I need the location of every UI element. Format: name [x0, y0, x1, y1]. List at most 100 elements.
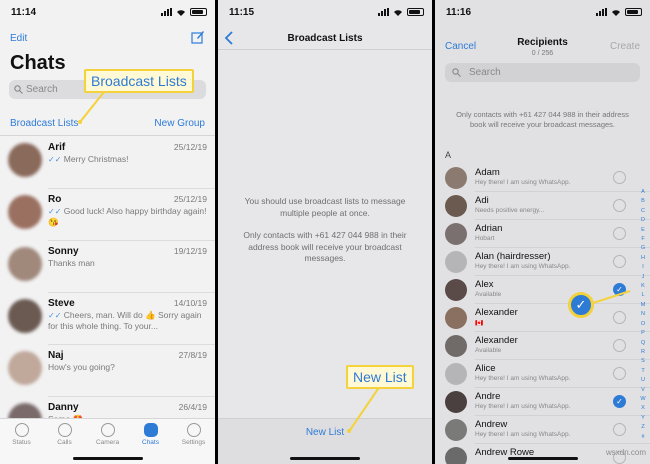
status-icons [161, 8, 207, 16]
recipients-screen: 11:16 Cancel Recipients 0 / 256 Create S… [435, 0, 650, 464]
nav-title: Broadcast Lists [287, 33, 363, 44]
compose-icon[interactable] [191, 30, 205, 44]
new-list-button[interactable]: New List [218, 427, 432, 438]
index-letter[interactable]: A [639, 188, 647, 197]
contact-status: Available [475, 291, 502, 298]
page-title: Chats [10, 52, 66, 74]
chat-preview: ✓✓ Good luck! Also happy birthday again!… [48, 206, 207, 228]
home-indicator [507, 457, 578, 460]
status-time: 11:16 [446, 7, 472, 18]
chat-row[interactable]: Ro 25/12/19 ✓✓ Good luck! Also happy bir… [8, 189, 215, 241]
index-letter[interactable]: W [639, 395, 647, 404]
index-letter[interactable]: N [639, 310, 647, 319]
index-letter[interactable]: V [639, 386, 647, 395]
signal-icon [161, 8, 172, 16]
signal-icon [378, 8, 389, 16]
select-checkbox[interactable] [613, 171, 626, 184]
status-bar: 11:14 [0, 0, 215, 26]
contact-name: Andrew [475, 419, 508, 430]
chat-message: Cheers, man. Will do 👍 Sorry again for t… [48, 310, 202, 331]
contact-name: Alan (hairdresser) [475, 251, 551, 262]
search-icon [14, 85, 23, 94]
recipients-note: Only contacts with +61 427 044 988 in th… [456, 110, 629, 129]
index-letter[interactable]: X [639, 404, 647, 413]
index-letter[interactable]: C [639, 207, 647, 216]
select-checkbox[interactable]: ✓ [613, 395, 626, 408]
contact-status: Hey there! I am using WhatsApp. [475, 375, 571, 382]
contact-row[interactable]: Adam Hey there! I am using WhatsApp. [445, 164, 650, 192]
index-letter[interactable]: J [639, 273, 647, 282]
chat-row[interactable]: Sonny 19/12/19 Thanks man [8, 241, 215, 293]
index-letter[interactable]: D [639, 216, 647, 225]
chat-message: How's you going? [48, 362, 115, 372]
avatar [445, 335, 467, 357]
contact-row[interactable]: Andre Hey there! I am using WhatsApp. ✓ [445, 388, 650, 416]
index-letter[interactable]: K [639, 282, 647, 291]
index-letter[interactable]: Y [639, 414, 647, 423]
chat-message: Thanks man [48, 258, 95, 268]
nav-bar: Cancel Recipients 0 / 256 Create [435, 26, 650, 57]
chat-preview: ✓✓ Merry Christmas! [48, 154, 207, 165]
new-group-link[interactable]: New Group [154, 118, 205, 129]
index-letter[interactable]: F [639, 235, 647, 244]
index-letter[interactable]: L [639, 291, 647, 300]
index-letter[interactable]: T [639, 367, 647, 376]
broadcast-lists-link[interactable]: Broadcast Lists [10, 118, 78, 129]
contact-row[interactable]: Alexander Available [445, 332, 650, 360]
select-checkbox[interactable] [613, 255, 626, 268]
status-icon [14, 423, 29, 437]
select-checkbox[interactable] [613, 199, 626, 212]
select-checkbox[interactable]: ✓ [613, 283, 626, 296]
chat-row[interactable]: Steve 14/10/19 ✓✓ Cheers, man. Will do 👍… [8, 293, 215, 345]
tab-label: Chats [142, 439, 159, 446]
callout-new-list: New List [346, 365, 414, 389]
battery-icon [625, 8, 642, 16]
avatar [445, 195, 467, 217]
status-icons [378, 8, 424, 16]
contact-row[interactable]: Alan (hairdresser) Hey there! I am using… [445, 248, 650, 276]
index-letter[interactable]: U [639, 376, 647, 385]
index-letter[interactable]: H [639, 254, 647, 263]
index-letter[interactable]: G [639, 244, 647, 253]
alphabet-index[interactable]: A B C D E F G H I J K L M N O P Q R S T U V W X Y Z # [639, 188, 647, 442]
edit-button[interactable]: Edit [10, 33, 27, 44]
select-checkbox[interactable] [613, 339, 626, 352]
index-letter[interactable]: I [639, 263, 647, 272]
select-checkbox[interactable] [613, 423, 626, 436]
create-button[interactable]: Create [610, 41, 640, 52]
contact-row[interactable]: Adi Needs positive energy... [445, 192, 650, 220]
chat-list: Arif 25/12/19 ✓✓ Merry Christmas! Ro 25/… [0, 137, 215, 449]
contact-row[interactable]: Alice Hey there! I am using WhatsApp. [445, 360, 650, 388]
select-checkbox[interactable] [613, 227, 626, 240]
chat-name: Steve [48, 298, 75, 309]
contact-row[interactable]: Alex Available ✓ [445, 276, 650, 304]
index-letter[interactable]: Q [639, 339, 647, 348]
index-letter[interactable]: S [639, 357, 647, 366]
index-letter[interactable]: P [639, 329, 647, 338]
index-letter[interactable]: E [639, 226, 647, 235]
index-letter[interactable]: # [639, 433, 647, 442]
tab-status[interactable]: Status [4, 423, 40, 464]
index-letter[interactable]: B [639, 197, 647, 206]
contact-row[interactable]: Adrian Hobart [445, 220, 650, 248]
tab-settings[interactable]: Settings [176, 423, 212, 464]
chat-row[interactable]: Naj 27/8/19 How's you going? [8, 345, 215, 397]
contact-status: Available [475, 347, 502, 354]
contact-status: Hey there! I am using WhatsApp. [475, 263, 571, 270]
chat-name: Naj [48, 350, 64, 361]
index-letter[interactable]: M [639, 301, 647, 310]
contact-row[interactable]: Alexander 🇨🇦 [445, 304, 650, 332]
select-checkbox[interactable] [613, 367, 626, 380]
index-letter[interactable]: Z [639, 423, 647, 432]
index-letter[interactable]: R [639, 348, 647, 357]
callout-broadcast-lists: Broadcast Lists [84, 69, 194, 93]
chat-row[interactable]: Arif 25/12/19 ✓✓ Merry Christmas! [8, 137, 215, 189]
chat-date: 26/4/19 [178, 402, 207, 412]
contact-row[interactable]: Andrew Hey there! I am using WhatsApp. [445, 416, 650, 444]
select-checkbox[interactable] [613, 311, 626, 324]
index-letter[interactable]: O [639, 320, 647, 329]
chat-date: 25/12/19 [173, 194, 207, 204]
search-input[interactable]: Search [445, 63, 640, 82]
contact-status: Hobart [475, 235, 495, 242]
contact-status: 🇨🇦 [475, 320, 484, 327]
